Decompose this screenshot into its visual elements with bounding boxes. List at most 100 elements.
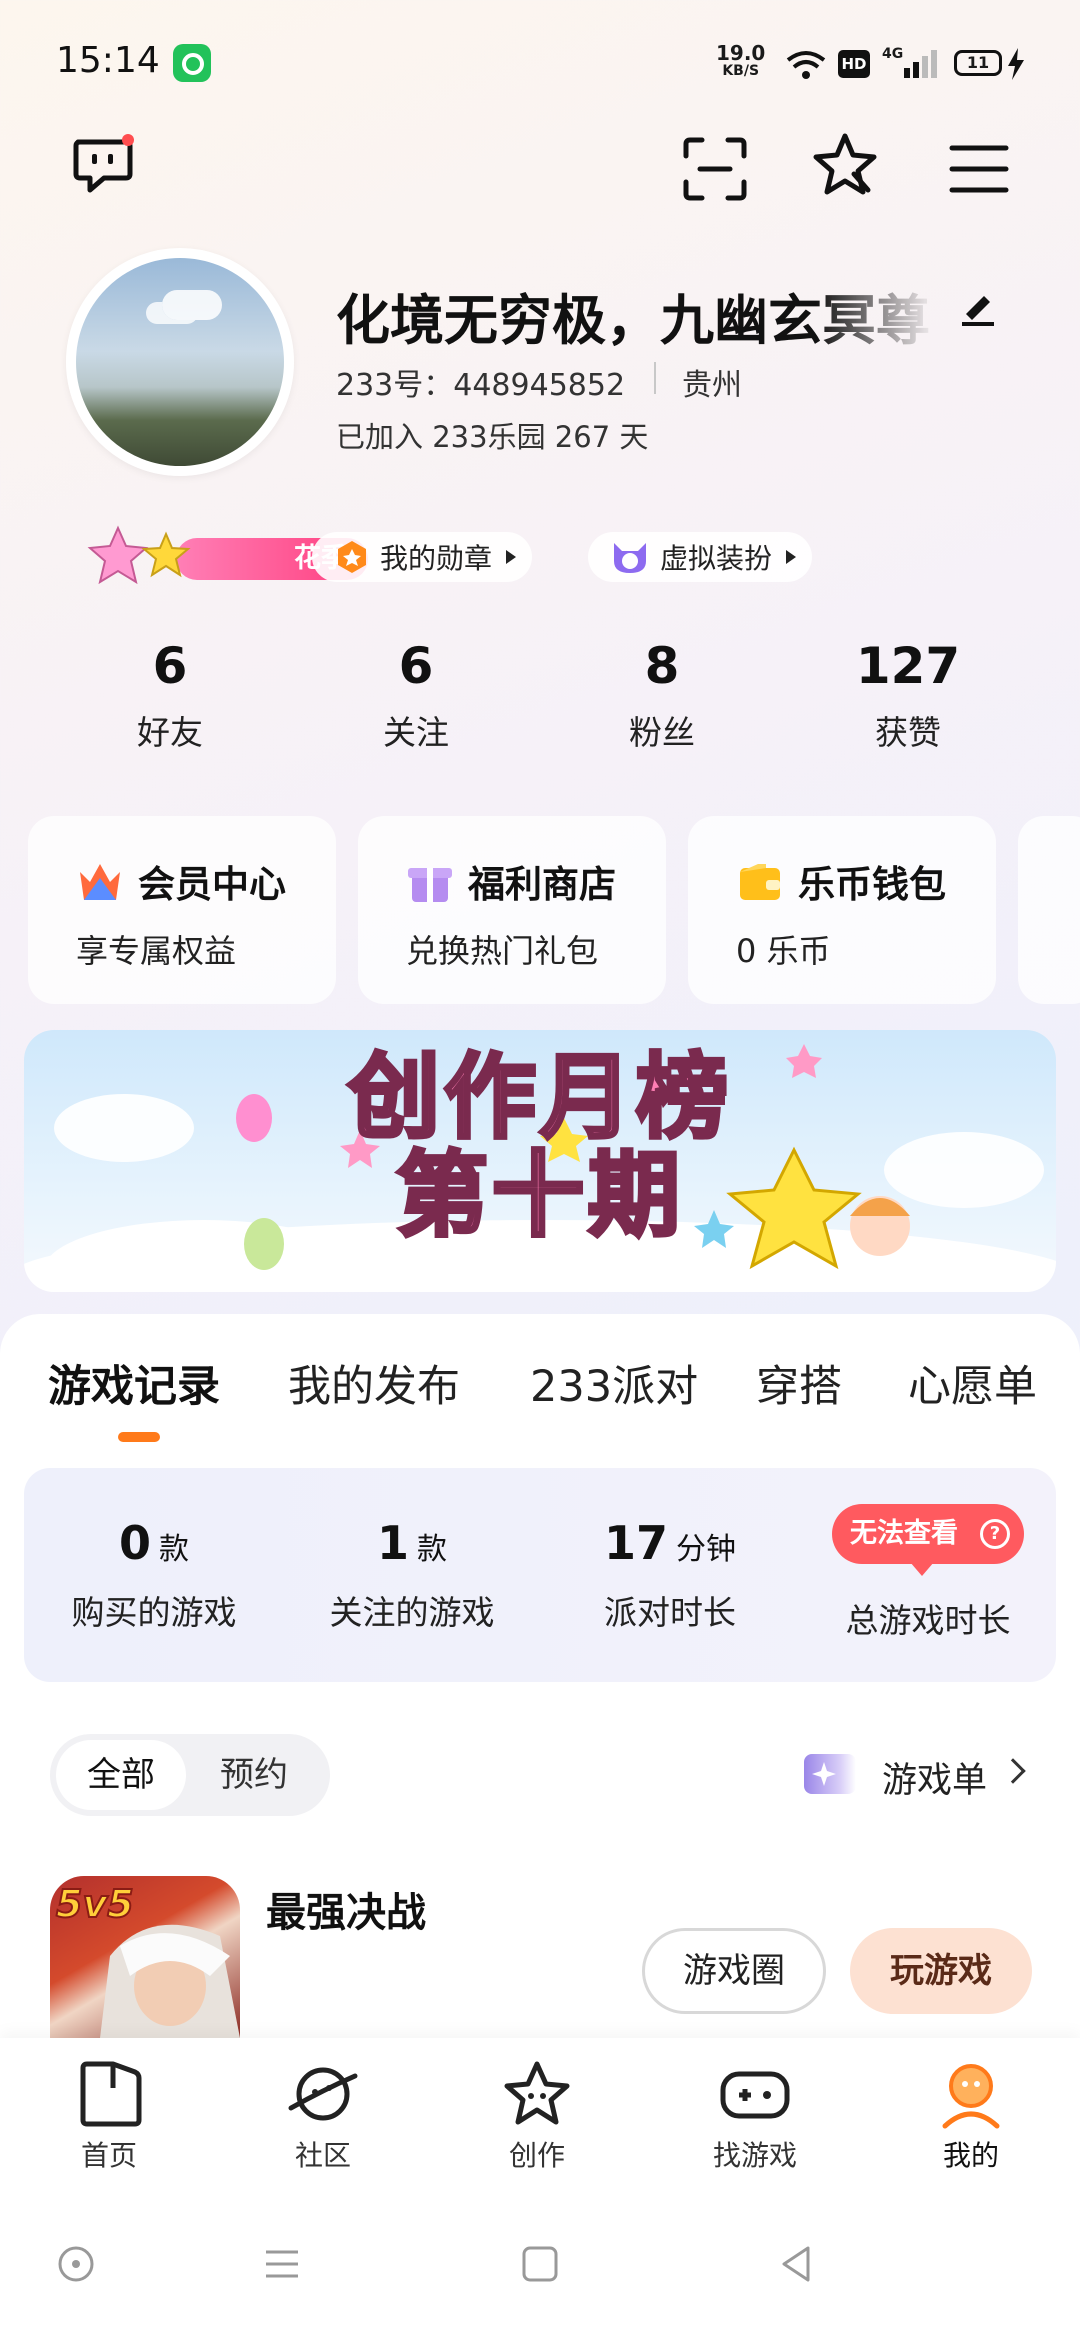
cannot-view-badge[interactable]: 无法查看 ? [832, 1504, 1024, 1576]
stat-value: 6 [398, 637, 434, 695]
wallet-icon [740, 864, 780, 900]
stat-label: 派对时长 [604, 1593, 736, 1632]
scan-icon[interactable] [680, 134, 750, 204]
filter-segment: 全部 预约 [50, 1734, 330, 1816]
nav-mine[interactable]: 我的 [896, 2058, 1046, 2174]
crown-icon [80, 864, 120, 900]
nav-label: 首页 [80, 2139, 137, 2172]
menu-icon[interactable] [944, 134, 1014, 204]
stat-value: 0 [118, 1516, 151, 1570]
stat-value: 8 [644, 637, 680, 695]
help-icon: ? [980, 1519, 1010, 1549]
username: 化境无穷极，九幽玄冥尊 [336, 289, 930, 352]
gift-icon [408, 868, 452, 902]
virtual-dress-chip[interactable]: 虚拟装扮 [588, 532, 813, 582]
stat-fans[interactable]: 8 粉丝 [562, 636, 762, 754]
nav-label: 找游戏 [712, 2139, 797, 2172]
stat-party-time[interactable]: 17 分钟 派对时长 [540, 1516, 800, 1634]
tab-indicator [118, 1432, 160, 1442]
card-subtitle: 兑换热门礼包 [406, 932, 599, 970]
app-notification-icon [173, 44, 211, 82]
cat-mask-icon [614, 543, 646, 573]
location: 贵州 [682, 368, 742, 403]
tab-233-party[interactable]: 233派对 [530, 1352, 698, 1414]
game-list-link[interactable]: 游戏单 [882, 1752, 987, 1803]
game-circle-button[interactable]: 游戏圈 [642, 1928, 826, 2014]
card-subtitle: 享专属权益 [76, 932, 237, 970]
assistant-icon[interactable] [56, 2244, 96, 2284]
create-star-icon [504, 2061, 570, 2125]
home-button-icon[interactable] [520, 2244, 560, 2284]
badge-label: 无法查看 [850, 1518, 958, 1549]
network-speed: 19.0 KB/S [716, 41, 766, 79]
battery-icon: 11 [954, 50, 1002, 76]
stat-value: 127 [855, 637, 961, 695]
stat-unit: 款 [159, 1532, 189, 1567]
nav-community[interactable]: 社区 [248, 2058, 398, 2174]
stat-followed-games[interactable]: 1款 关注的游戏 [282, 1516, 542, 1634]
game-name: 最强决战 [266, 1890, 426, 1936]
nav-create[interactable]: 创作 [462, 2058, 612, 2174]
stat-value: 17 [603, 1516, 668, 1570]
more-card-peek[interactable] [1018, 816, 1080, 1004]
tab-my-posts[interactable]: 我的发布 [288, 1352, 460, 1414]
tab-wishlist[interactable]: 心愿单 [908, 1352, 1037, 1414]
joined-days: 已加入 233乐园 267 天 [336, 420, 649, 454]
gamepad-icon [720, 2071, 790, 2119]
welfare-shop-card[interactable]: 福利商店 兑换热门礼包 [358, 816, 666, 1004]
star-mascot-icon [87, 525, 191, 585]
home-icon [80, 2061, 142, 2127]
charging-icon [1008, 48, 1024, 80]
medal-icon [338, 541, 366, 573]
stat-value: 1 [376, 1516, 409, 1570]
wallet-card[interactable]: 乐币钱包 0 乐币 [688, 816, 996, 1004]
divider [654, 362, 656, 394]
tab-outfits[interactable]: 穿搭 [756, 1352, 842, 1414]
stat-label: 好友 [137, 713, 203, 752]
play-game-button[interactable]: 玩游戏 [850, 1928, 1032, 2014]
season-badge[interactable]: 花季 [80, 525, 368, 585]
edit-icon[interactable] [958, 288, 998, 328]
status-time: 15:14 [56, 40, 160, 81]
stat-label: 关注 [383, 713, 449, 752]
banner-title-line2: 第十期 [394, 1142, 684, 1249]
stat-total-play-time: 总游戏时长 [845, 1601, 1011, 1640]
banner-title-line1: 创作月榜 [346, 1044, 732, 1151]
my-medals-chip[interactable]: 我的勋章 [312, 532, 533, 582]
stat-likes[interactable]: 127 获赞 [808, 636, 1008, 754]
nav-label: 我的 [942, 2139, 999, 2172]
card-title: 福利商店 [468, 863, 616, 906]
chat-bubble-icon[interactable] [68, 130, 138, 200]
promo-banner[interactable]: 创作月榜 第十期 [24, 1030, 1056, 1292]
virtual-dress-label: 虚拟装扮 [660, 542, 773, 575]
hd-icon: HD [838, 50, 870, 78]
nav-label: 社区 [294, 2139, 351, 2172]
stat-following[interactable]: 6 关注 [316, 636, 516, 754]
card-title: 乐币钱包 [798, 863, 946, 906]
game-list-icon[interactable] [804, 1754, 856, 1794]
stat-friends[interactable]: 6 好友 [70, 636, 270, 754]
profile-icon [942, 2064, 1000, 2129]
stat-label: 购买的游戏 [71, 1593, 237, 1632]
stat-purchased-games[interactable]: 0款 购买的游戏 [24, 1516, 284, 1634]
game-icon[interactable]: 5v5 [50, 1876, 240, 2038]
my-medals-label: 我的勋章 [380, 542, 493, 575]
back-icon[interactable] [776, 2244, 816, 2284]
avatar[interactable] [66, 248, 294, 476]
signal-label: 4G [882, 46, 904, 62]
stat-unit: 分钟 [676, 1532, 736, 1567]
vip-center-card[interactable]: 会员中心 享专属权益 [28, 816, 336, 1004]
stat-label: 获赞 [875, 713, 941, 752]
tab-game-records[interactable]: 游戏记录 [48, 1352, 220, 1414]
nav-find-games[interactable]: 找游戏 [680, 2058, 830, 2174]
star-sparkle-icon[interactable] [810, 130, 880, 200]
game-character-art [100, 1924, 240, 2038]
filter-reserve[interactable]: 预约 [220, 1740, 288, 1810]
recent-apps-icon[interactable] [262, 2244, 302, 2284]
planet-icon [288, 2067, 358, 2121]
stat-value: 6 [152, 637, 188, 695]
nav-home[interactable]: 首页 [34, 2058, 184, 2174]
filter-all[interactable]: 全部 [56, 1740, 186, 1810]
wifi-icon [786, 51, 826, 79]
stat-label: 关注的游戏 [329, 1593, 495, 1632]
